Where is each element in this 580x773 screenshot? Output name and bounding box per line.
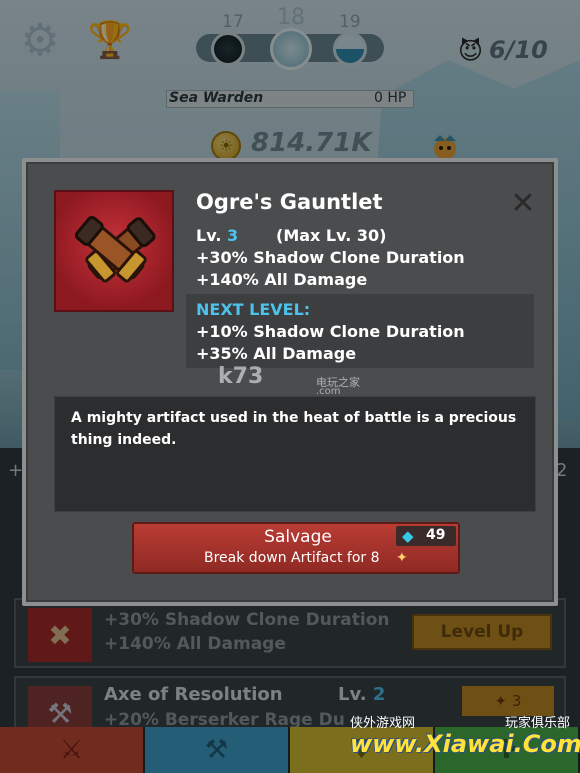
modal-frame: Ogre's Gauntlet ✕ Lv. 3 (Max Lv. 30) +30… xyxy=(26,162,554,602)
level-label: Lv. xyxy=(196,226,222,245)
artifact-description: A mighty artifact used in the heat of ba… xyxy=(71,410,517,448)
diamond-icon: ◆ xyxy=(402,527,414,545)
salvage-subtitle: Break down Artifact for 8 xyxy=(204,550,380,566)
next-level-title: NEXT LEVEL: xyxy=(196,300,311,319)
next-effect-line-2: +35% All Damage xyxy=(196,344,357,363)
relic-icon: ✦ xyxy=(396,550,408,566)
watermark-k73-com: .com xyxy=(316,386,341,397)
salvage-button[interactable]: Salvage ◆ 49 Break down Artifact for 8 ✦ xyxy=(132,522,460,574)
next-effect-line-1: +10% Shadow Clone Duration xyxy=(196,322,465,341)
close-icon[interactable]: ✕ xyxy=(508,189,538,220)
description-panel: A mighty artifact used in the heat of ba… xyxy=(54,396,536,512)
gauntlet-icon xyxy=(54,190,174,312)
watermark-xiawai-cn2: 玩家俱乐部 xyxy=(505,716,571,731)
max-level: (Max Lv. 30) xyxy=(276,226,387,245)
artifact-level: Lv. 3 xyxy=(196,226,238,245)
artifact-detail-modal: Ogre's Gauntlet ✕ Lv. 3 (Max Lv. 30) +30… xyxy=(22,158,558,606)
artifact-title: Ogre's Gauntlet xyxy=(196,190,383,214)
salvage-cost: 49 xyxy=(426,527,446,543)
effect-line-1: +30% Shadow Clone Duration xyxy=(196,248,465,267)
level-value: 3 xyxy=(226,226,239,245)
effect-line-2: +140% All Damage xyxy=(196,270,368,289)
watermark-k73: k73 xyxy=(218,364,264,389)
watermark-xiawai-cn: 侠外游戏网 xyxy=(350,716,416,731)
watermark-xiawai: www.Xiawai.Com xyxy=(350,730,580,758)
